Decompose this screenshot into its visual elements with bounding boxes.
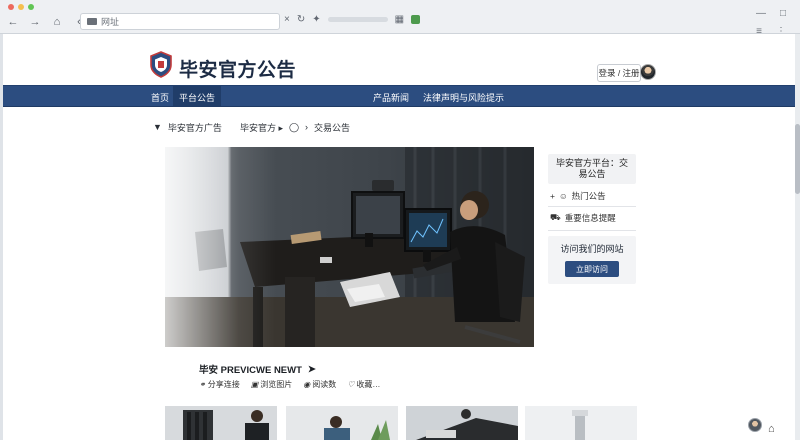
meta-images[interactable]: ▣ 浏览图片: [251, 379, 293, 390]
user-avatar[interactable]: [640, 64, 656, 80]
window-buttons: — □: [756, 8, 786, 19]
chat-avatar[interactable]: [748, 418, 762, 432]
site-title: 毕安官方公告: [179, 60, 297, 81]
home-icon[interactable]: ⌂: [50, 15, 64, 29]
article-title-row: 毕安 PREVICWE NEWT ➤: [199, 362, 316, 377]
bookmark-icon[interactable]: ▦: [395, 14, 404, 25]
scrollbar-thumb[interactable]: [795, 124, 800, 194]
visit-card: 访问我们的网站 立即访问: [548, 236, 636, 284]
thumbnail-office-2[interactable]: [286, 406, 398, 440]
shield-logo-icon[interactable]: [150, 51, 172, 78]
breadcrumb-item[interactable]: 毕安官方广告: [168, 121, 222, 134]
office-scene-illustration: [165, 147, 534, 347]
thumbnail-office-3[interactable]: [406, 406, 518, 440]
shield-icon: ⛟: [550, 212, 561, 222]
nav-item-home[interactable]: 首页: [151, 91, 169, 104]
meta-views[interactable]: ◉ 阅读数: [303, 379, 336, 390]
thumbnail-office-1[interactable]: [165, 406, 277, 440]
visit-card-title: 访问我们的网站: [560, 244, 624, 254]
browser-toolbar: ← → ⌂ ‹: [6, 12, 86, 32]
toolbar-actions: × ↻ ✦ ▦: [284, 14, 421, 25]
extension-icon[interactable]: ✦: [312, 14, 320, 25]
reload-icon[interactable]: ↻: [297, 14, 305, 25]
main-nav: 首页 平台公告 产品新闻 法律声明与风险提示: [3, 85, 795, 107]
hero-image[interactable]: [165, 147, 534, 347]
thumbnail-image: [165, 406, 277, 440]
forward-icon[interactable]: →: [28, 15, 42, 29]
thumbnail-image: [286, 406, 398, 440]
caret-down-icon: ▼: [153, 122, 162, 132]
breadcrumb: ▼ 毕安官方广告 毕安官方 ▸ ◯ › 交易公告: [153, 120, 350, 134]
smile-icon: ☺: [558, 191, 568, 201]
minimize-window-dot[interactable]: [18, 4, 24, 10]
cursor-icon: ➤: [307, 363, 316, 375]
sidebar-item-label: 热门公告: [571, 191, 606, 201]
heart-icon: ♡: [347, 380, 355, 389]
site-header: 毕安官方公告 登录 / 注册: [3, 34, 795, 86]
divider: [548, 206, 636, 207]
back-icon[interactable]: ←: [6, 15, 20, 29]
image-icon: ▣: [250, 380, 259, 389]
plus-icon: +: [550, 191, 555, 201]
address-text: 网址: [101, 17, 120, 27]
sidebar-item-notice[interactable]: ⛟ 重要信息提醒: [550, 212, 616, 224]
visit-button[interactable]: 立即访问: [565, 261, 619, 277]
toolbar-placeholder: [327, 17, 388, 22]
sidebar-item-hot[interactable]: + ☺ 热门公告: [550, 190, 606, 202]
close-window-dot[interactable]: [8, 4, 14, 10]
link-icon: ⚭: [199, 380, 206, 389]
site-favicon-icon: [87, 18, 97, 25]
thumbnail-office-4[interactable]: [525, 406, 637, 440]
nav-item-product-news[interactable]: 产品新闻: [373, 91, 409, 104]
sync-icon[interactable]: [411, 15, 421, 24]
article-meta: ⚭ 分享连接 ▣ 浏览图片 ◉ 阅读数 ♡ 收藏…: [199, 379, 380, 390]
article-title[interactable]: 毕安 PREVICWE NEWT: [199, 362, 302, 376]
sidebar-item-label: 重要信息提醒: [564, 213, 616, 223]
window-controls: [8, 4, 34, 10]
meta-share[interactable]: ⚭ 分享连接: [199, 379, 240, 390]
web-page: 毕安官方公告 登录 / 注册 首页 平台公告 产品新闻 法律声明与风险提示 ▼ …: [3, 34, 795, 440]
eye-icon: ◉: [303, 380, 311, 389]
sidebar-heading: 毕安官方平台：交易公告: [548, 154, 636, 184]
maximize-window-dot[interactable]: [28, 4, 34, 10]
restore-icon[interactable]: □: [780, 8, 786, 19]
home-icon[interactable]: ⌂: [768, 423, 775, 435]
thumbnail-image: [406, 406, 518, 440]
nav-item-legal[interactable]: 法律声明与风险提示: [423, 91, 504, 104]
close-icon[interactable]: ×: [284, 14, 290, 25]
login-button[interactable]: 登录 / 注册: [597, 64, 641, 82]
thumbnail-image: [525, 406, 637, 440]
minimize-icon[interactable]: —: [756, 8, 766, 19]
meta-favorite[interactable]: ♡ 收藏…: [347, 379, 380, 390]
breadcrumb-item[interactable]: 毕安官方 ▸: [240, 121, 283, 134]
browser-chrome: ← → ⌂ ‹ 网址 × ↻ ✦ ▦ — □ ≡ ⋮: [0, 0, 800, 37]
address-bar[interactable]: 网址: [80, 13, 280, 30]
clock-icon: ◯: [288, 121, 300, 132]
chevron-right-icon: ›: [305, 122, 309, 132]
scrollbar[interactable]: [795, 34, 800, 440]
divider: [548, 230, 636, 231]
nav-item-announcements[interactable]: 平台公告: [173, 86, 222, 106]
breadcrumb-item[interactable]: 交易公告: [314, 121, 350, 134]
